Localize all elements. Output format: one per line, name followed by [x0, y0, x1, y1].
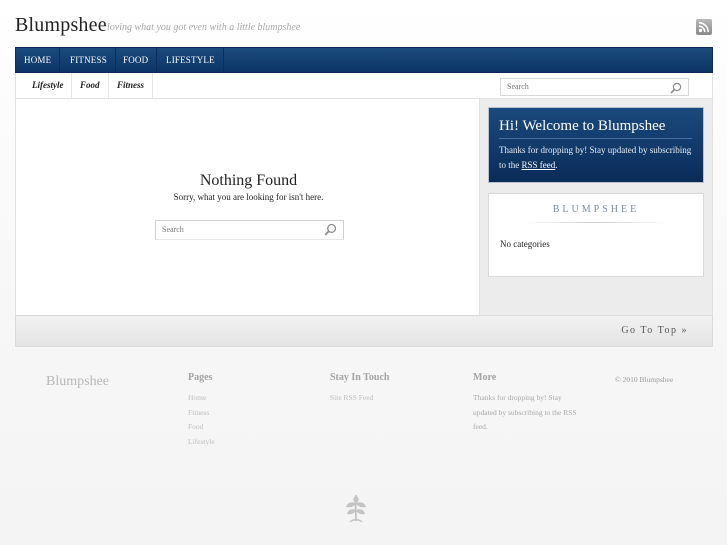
- not-found-message: Sorry, what you are looking for isn't he…: [173, 192, 324, 202]
- footer-more-text: Thanks for dropping by! Stay updated by …: [473, 393, 577, 432]
- subnav-item-fitness[interactable]: Fitness: [109, 73, 154, 98]
- footer-logo[interactable]: Blumpshee: [46, 374, 109, 390]
- content-search-input[interactable]: [162, 225, 312, 234]
- footer-link-rss[interactable]: Site RSS Feed: [330, 391, 440, 406]
- welcome-title: Hi! Welcome to Blumpshee: [499, 118, 666, 134]
- welcome-text: Thanks for dropping by! Stay updated by …: [499, 143, 699, 173]
- nav-item-home[interactable]: Home: [16, 48, 61, 73]
- category-nav: Lifestyle Food Fitness: [15, 73, 713, 99]
- main-content: Nothing Found Sorry, what you are lookin…: [15, 99, 480, 315]
- magnifier-icon[interactable]: [324, 223, 337, 241]
- footer-link-food[interactable]: Food: [188, 420, 298, 435]
- footer-heading: Stay In Touch: [330, 372, 390, 383]
- header-search-input[interactable]: [507, 82, 657, 91]
- rss-icon[interactable]: [696, 19, 712, 35]
- divider: [499, 138, 692, 139]
- site-header: Blumpshee loving what you got even with …: [15, 12, 727, 42]
- page-title: Nothing Found: [199, 172, 298, 189]
- footer-pages: Pages Home Fitness Food Lifestyle: [188, 372, 298, 449]
- subnav-item-food[interactable]: Food: [72, 73, 109, 98]
- magnifier-icon[interactable]: [670, 81, 682, 99]
- leaf-icon: [343, 491, 369, 528]
- footer-heading: More: [473, 372, 497, 383]
- goto-top-bar: Go To Top »: [15, 315, 713, 347]
- divider: [523, 222, 669, 223]
- nav-item-food[interactable]: Food: [115, 48, 158, 73]
- footer-stay-in-touch: Stay In Touch Site RSS Feed: [330, 372, 440, 406]
- content-search-box: [155, 220, 344, 240]
- categories-widget: BLUMPSHEE No categories: [488, 193, 704, 277]
- footer-more: More Thanks for dropping by! Stay update…: [473, 372, 583, 435]
- sidebar: Hi! Welcome to Blumpshee Thanks for drop…: [480, 99, 713, 315]
- nav-item-fitness[interactable]: Fitness: [62, 48, 116, 73]
- footer-link-home[interactable]: Home: [188, 391, 298, 406]
- footer-link-lifestyle[interactable]: Lifestyle: [188, 435, 298, 450]
- go-to-top-link[interactable]: Go To Top »: [621, 325, 688, 336]
- footer-heading: Pages: [188, 372, 213, 383]
- site-tagline: loving what you got even with a little b…: [107, 22, 301, 33]
- site-title[interactable]: Blumpshee: [15, 14, 107, 37]
- rss-feed-link[interactable]: RSS feed: [522, 160, 556, 170]
- categories-empty-text: No categories: [500, 239, 550, 249]
- header-search-box: [500, 78, 689, 96]
- subnav-item-lifestyle[interactable]: Lifestyle: [24, 73, 73, 98]
- welcome-widget: Hi! Welcome to Blumpshee Thanks for drop…: [488, 107, 704, 183]
- welcome-text-end: .: [555, 160, 558, 170]
- widget-title: BLUMPSHEE: [552, 204, 640, 215]
- copyright: © 2010 Blumpshee: [615, 375, 674, 384]
- footer-link-fitness[interactable]: Fitness: [188, 406, 298, 421]
- nav-item-lifestyle[interactable]: Lifestyle: [158, 48, 224, 73]
- main-nav: Home Fitness Food Lifestyle: [15, 47, 713, 73]
